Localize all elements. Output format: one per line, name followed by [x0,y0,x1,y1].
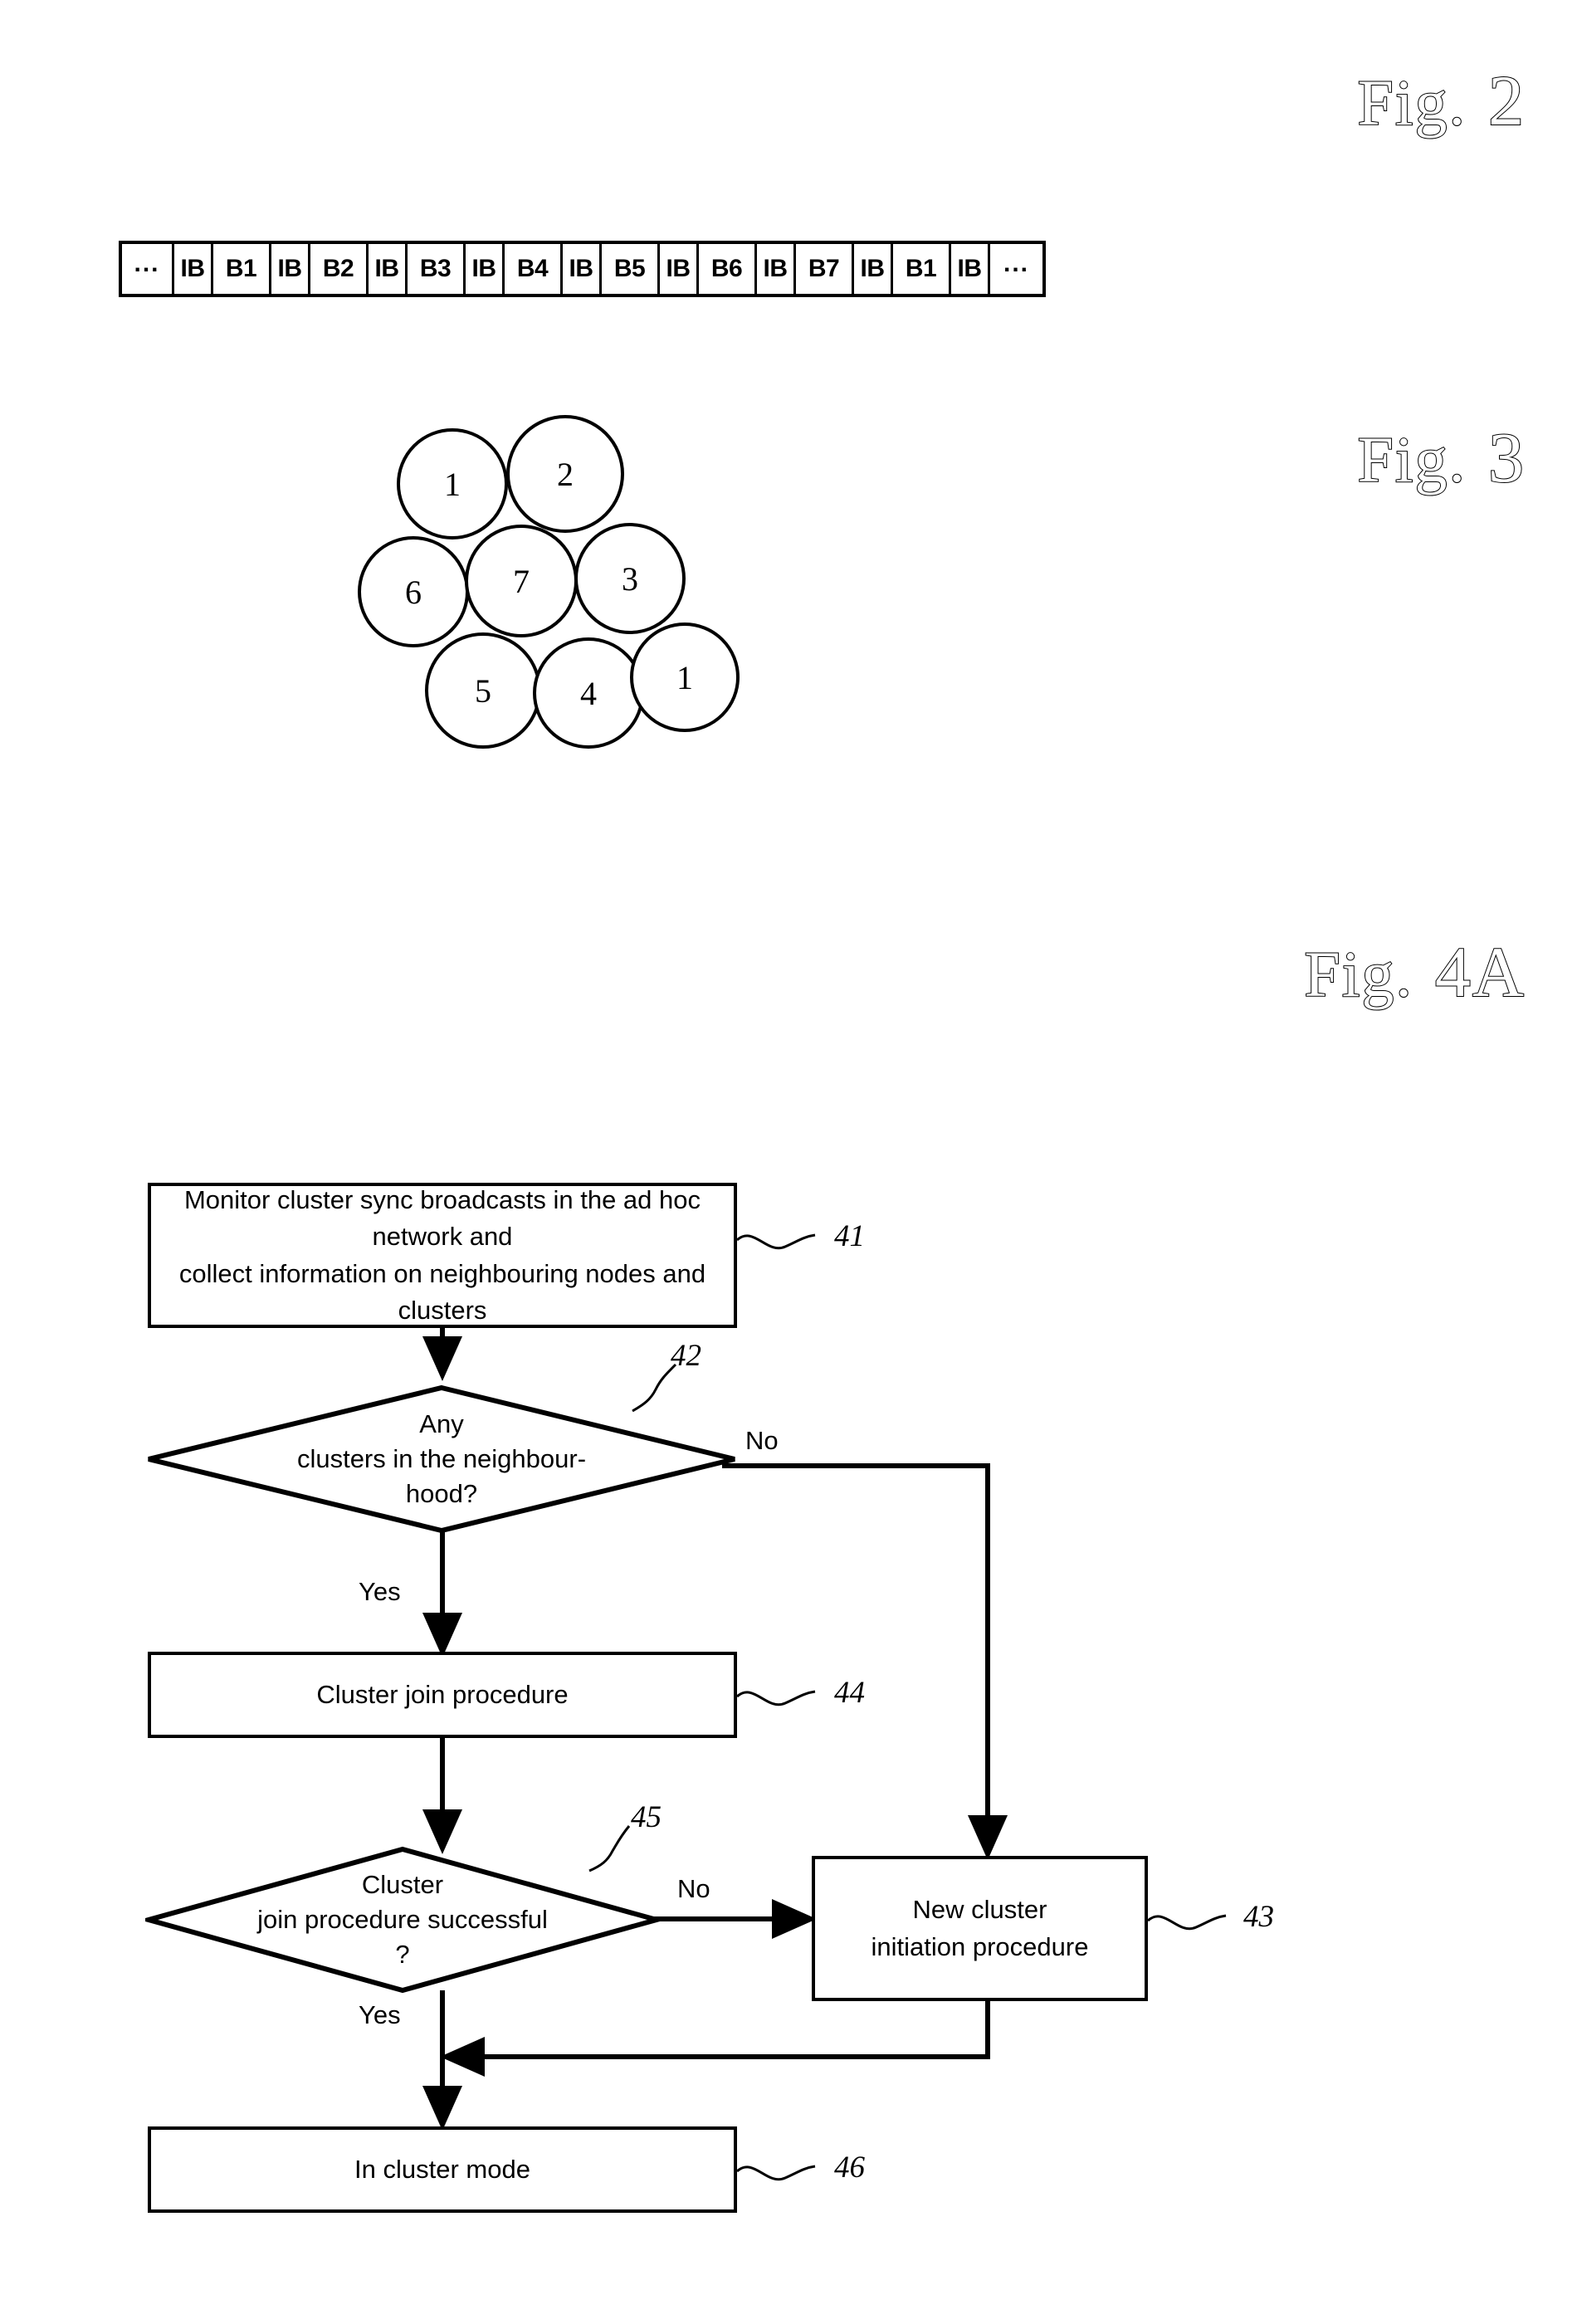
reference-numeral-42: 42 [671,1339,701,1373]
step-new-cluster-box: New cluster initiation procedure [812,1856,1148,2001]
step-monitor-box: Monitor cluster sync broadcasts in the a… [148,1183,737,1328]
edge-label-no-42: No [745,1426,779,1455]
edge-label-no-45: No [677,1874,710,1903]
patent-figure-page: Fig. 2 ... IB B1 IB B2 IB B3 IB B4 IB B5 IB B6 IB B7 IB B… [0,0,1577,2324]
step-new-cluster-line1: New cluster [912,1895,1047,1925]
step-in-cluster-mode-box: In cluster mode [148,2126,737,2213]
step-cluster-join-text: Cluster join procedure [316,1679,569,1709]
cluster-mode-flowchart: Monitor cluster sync broadcasts in the a… [0,0,1577,2324]
reference-numeral-41: 41 [834,1219,865,1253]
leader-line-46 [735,2165,816,2181]
leader-line-44 [735,1690,816,1706]
edge-label-yes-45: Yes [359,2000,401,2029]
reference-numeral-46: 46 [834,2151,865,2185]
leader-line-41 [735,1233,816,1250]
step-monitor-line2: collect information on neighbouring node… [178,1258,706,1325]
edge-label-yes-42: Yes [359,1577,401,1606]
reference-numeral-44: 44 [834,1676,865,1710]
step-monitor-line1: Monitor cluster sync broadcasts in the a… [183,1185,701,1252]
reference-numeral-43: 43 [1243,1900,1274,1934]
reference-numeral-45: 45 [631,1800,662,1834]
step-in-cluster-mode-text: In cluster mode [354,2154,530,2184]
leader-line-43 [1146,1914,1227,1931]
step-new-cluster-line2: initiation procedure [871,1931,1089,1961]
step-cluster-join-box: Cluster join procedure [148,1652,737,1738]
